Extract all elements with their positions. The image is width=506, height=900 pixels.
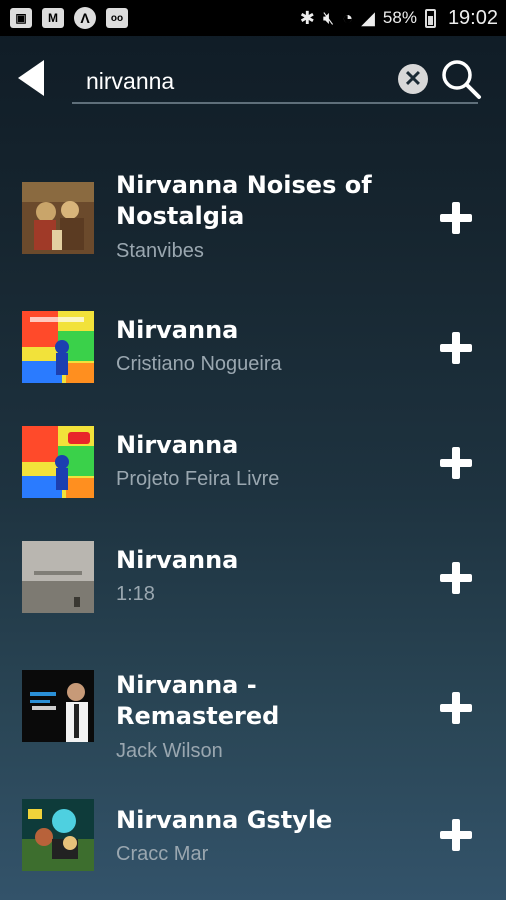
album-art (22, 541, 94, 613)
track-title: Nirvanna (116, 316, 239, 344)
clear-search-button[interactable]: ✕ (398, 64, 428, 94)
album-art (22, 182, 94, 254)
gmail-icon: M (42, 8, 64, 28)
artist-name: 1:18 (116, 583, 155, 605)
add-icon[interactable] (440, 332, 472, 364)
add-icon[interactable] (440, 562, 472, 594)
search-field: ✕ (72, 60, 481, 104)
notification-icons: ▣ M Λ oo (10, 7, 128, 29)
back-arrow-icon (18, 60, 44, 96)
close-icon: ✕ (403, 66, 423, 91)
gallery-icon: ▣ (10, 8, 32, 28)
album-art (22, 311, 94, 383)
add-icon[interactable] (440, 447, 472, 479)
add-icon[interactable] (440, 819, 472, 851)
add-icon[interactable] (440, 202, 472, 234)
search-button[interactable] (440, 58, 482, 100)
search-input[interactable] (84, 64, 388, 98)
wifi-icon: ◔ (342, 7, 354, 28)
track-title: Nirvanna (116, 431, 239, 459)
track-title: Nirvanna Noises of Nostalgia (116, 171, 372, 230)
battery-icon (424, 8, 436, 28)
artist-name: Stanvibes (116, 240, 204, 262)
back-button[interactable] (18, 60, 48, 96)
artist-name: Cristiano Nogueira (116, 353, 282, 375)
track-title: Nirvanna - Remastered (116, 671, 280, 730)
search-bar: ✕ (0, 36, 506, 116)
add-icon[interactable] (440, 692, 472, 724)
battery-percent: 58% (382, 8, 417, 27)
artist-name: Jack Wilson (116, 740, 223, 762)
signal-icon: ◢ (361, 7, 375, 28)
system-icons: ✱ 🔇︎ ◔ ◢ 58% 19:02 (300, 7, 498, 30)
search-icon (442, 60, 481, 99)
status-bar: ▣ M Λ oo ✱ 🔇︎ ◔ ◢ 58% 19:02 (0, 0, 506, 36)
app-icon: Λ (74, 7, 96, 29)
album-art (22, 426, 94, 498)
clock: 19:02 (447, 6, 498, 29)
mute-icon: 🔇︎ (322, 7, 335, 28)
track-title: Nirvanna (116, 546, 239, 574)
track-title: Nirvanna Gstyle (116, 806, 333, 834)
artist-name: Cracc Mar (116, 843, 209, 865)
voicemail-icon: oo (106, 8, 128, 28)
album-art (22, 670, 94, 742)
artist-name: Projeto Feira Livre (116, 468, 280, 490)
bluetooth-icon: ✱ (299, 7, 315, 28)
album-art (22, 799, 94, 871)
